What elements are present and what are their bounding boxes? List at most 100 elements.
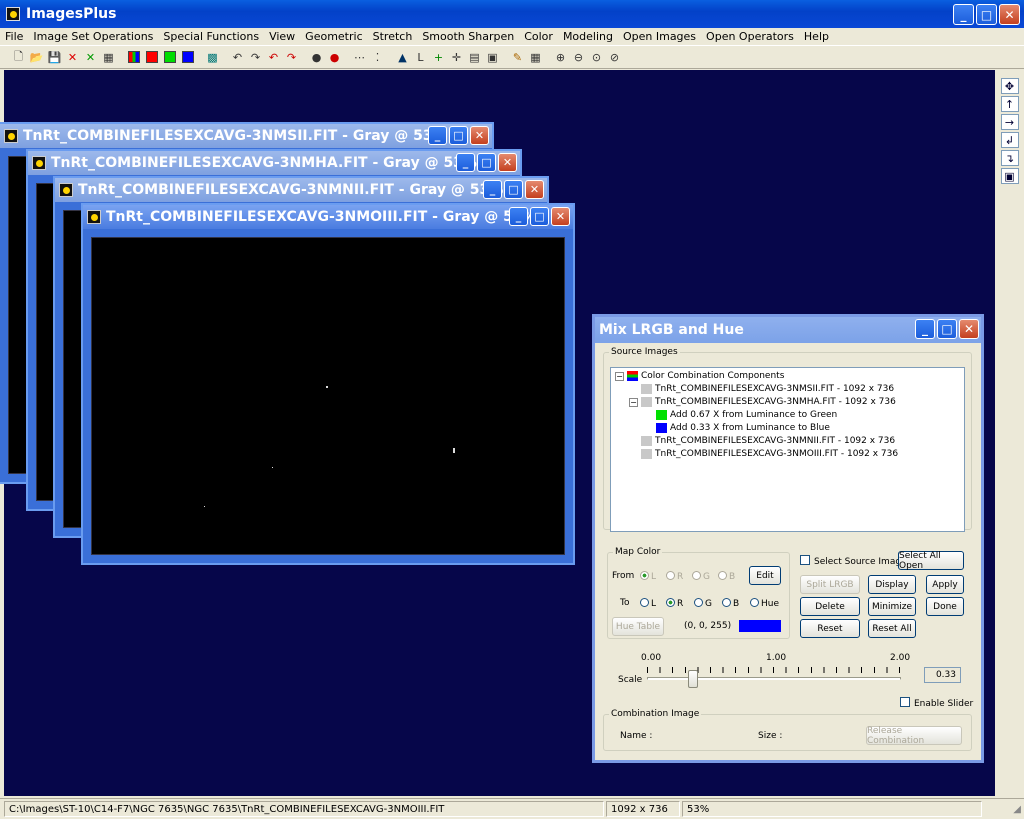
menu-help[interactable]: Help bbox=[799, 30, 834, 43]
to-radio-b[interactable]: B bbox=[722, 598, 739, 609]
color-swatch[interactable] bbox=[739, 620, 781, 632]
scale-value-field[interactable]: 0.33 bbox=[924, 667, 961, 683]
menu-stretch[interactable]: Stretch bbox=[368, 30, 418, 43]
maximize-button[interactable]: □ bbox=[937, 319, 957, 339]
plus-green-icon[interactable]: + bbox=[430, 48, 447, 66]
maximize-button[interactable]: □ bbox=[504, 180, 523, 199]
to-radio-l[interactable]: L bbox=[640, 598, 656, 609]
table-icon[interactable]: ▦ bbox=[527, 48, 544, 66]
mountain-icon[interactable]: ▲ bbox=[394, 48, 411, 66]
to-radio-r[interactable]: R bbox=[666, 598, 683, 609]
close-button[interactable]: ✕ bbox=[470, 126, 489, 145]
maximize-button[interactable]: □ bbox=[530, 207, 549, 226]
tree-item[interactable]: Add 0.33 X from Luminance to Blue bbox=[656, 423, 830, 433]
to-radio-hue[interactable]: Hue bbox=[750, 598, 779, 609]
scale-slider-track[interactable] bbox=[647, 677, 901, 680]
minimize-button[interactable]: _ bbox=[456, 153, 475, 172]
close-button[interactable]: ✕ bbox=[999, 4, 1020, 25]
menu-geometric[interactable]: Geometric bbox=[300, 30, 367, 43]
menu-open-images[interactable]: Open Images bbox=[618, 30, 701, 43]
menu-image-set-operations[interactable]: Image Set Operations bbox=[28, 30, 158, 43]
zoom-fit-icon[interactable]: ⊙ bbox=[588, 48, 605, 66]
tree-item[interactable]: TnRt_COMBINEFILESEXCAVG-3NMSII.FIT - 109… bbox=[641, 384, 894, 394]
enable-slider-checkbox[interactable]: Enable Slider bbox=[900, 697, 973, 709]
arrow-up-icon[interactable]: ↑ bbox=[1000, 96, 1019, 112]
reset-button[interactable]: Reset bbox=[800, 619, 860, 638]
points-icon[interactable]: ⁚ bbox=[369, 48, 386, 66]
close-button[interactable]: ✕ bbox=[959, 319, 979, 339]
apply-button[interactable]: Apply bbox=[926, 575, 964, 594]
display-button[interactable]: Display bbox=[868, 575, 916, 594]
tree-item[interactable]: Add 0.67 X from Luminance to Green bbox=[656, 410, 837, 420]
cross-green-icon[interactable]: ✕ bbox=[82, 48, 99, 66]
tree-item[interactable]: TnRt_COMBINEFILESEXCAVG-3NMNII.FIT - 109… bbox=[641, 436, 895, 446]
from-radio-b[interactable]: B bbox=[718, 571, 735, 582]
calc-icon[interactable]: ▤ bbox=[466, 48, 483, 66]
close-button[interactable]: ✕ bbox=[498, 153, 517, 172]
split-lrgb-button[interactable]: Split LRGB bbox=[800, 575, 860, 594]
image-window-oiii[interactable]: TnRt_COMBINEFILESEXCAVG-3NMOIII.FIT - Gr… bbox=[81, 203, 575, 565]
done-button[interactable]: Done bbox=[926, 597, 964, 616]
L-icon[interactable]: L bbox=[412, 48, 429, 66]
maximize-button[interactable]: □ bbox=[477, 153, 496, 172]
menu-smooth-sharpen[interactable]: Smooth Sharpen bbox=[417, 30, 519, 43]
menu-modeling[interactable]: Modeling bbox=[558, 30, 618, 43]
pencil-icon[interactable]: ✎ bbox=[509, 48, 526, 66]
tree-item[interactable]: − TnRt_COMBINEFILESEXCAVG-3NMHA.FIT - 109… bbox=[629, 397, 896, 407]
minimize-dialog-button[interactable]: Minimize bbox=[868, 597, 916, 616]
move-icon[interactable]: ✥ bbox=[1000, 78, 1019, 94]
redo-icon[interactable]: ↷ bbox=[247, 48, 264, 66]
to-radio-g[interactable]: G bbox=[694, 598, 712, 609]
select-all-open-button[interactable]: Select All Open bbox=[898, 551, 964, 571]
tree-root[interactable]: − Color Combination Components bbox=[615, 371, 784, 381]
arrow-right-icon[interactable]: → bbox=[1000, 114, 1019, 130]
dot-black-icon[interactable]: ● bbox=[308, 48, 325, 66]
menu-open-operators[interactable]: Open Operators bbox=[701, 30, 799, 43]
crosshair-icon[interactable]: ✛ bbox=[448, 48, 465, 66]
minimize-button[interactable]: _ bbox=[483, 180, 502, 199]
menu-color[interactable]: Color bbox=[519, 30, 558, 43]
rgb-bars-icon[interactable] bbox=[125, 48, 142, 66]
image-canvas[interactable] bbox=[91, 237, 565, 555]
collapse-icon[interactable]: − bbox=[629, 397, 638, 407]
close-button[interactable]: ✕ bbox=[525, 180, 544, 199]
minimize-button[interactable]: _ bbox=[915, 319, 935, 339]
dots-icon[interactable]: ⋯ bbox=[351, 48, 368, 66]
minimize-button[interactable]: _ bbox=[953, 4, 974, 25]
dot-red-icon[interactable]: ● bbox=[326, 48, 343, 66]
release-combination-button[interactable]: Release Combination bbox=[866, 726, 962, 746]
zoom-in-icon[interactable]: ⊕ bbox=[552, 48, 569, 66]
edit-button[interactable]: Edit bbox=[749, 566, 781, 585]
from-radio-l[interactable]: L bbox=[640, 571, 656, 582]
resize-grip-icon[interactable]: ◢ bbox=[1013, 804, 1021, 815]
source-tree[interactable]: − Color Combination Components TnRt_COMB… bbox=[610, 367, 965, 532]
zoom-reset-icon[interactable]: ⊘ bbox=[606, 48, 623, 66]
minimize-button[interactable]: _ bbox=[509, 207, 528, 226]
menu-special-functions[interactable]: Special Functions bbox=[158, 30, 264, 43]
image-icon[interactable]: ▣ bbox=[484, 48, 501, 66]
maximize-button[interactable]: □ bbox=[976, 4, 997, 25]
print-icon[interactable]: ▦ bbox=[100, 48, 117, 66]
reset-all-button[interactable]: Reset All bbox=[868, 619, 916, 638]
from-radio-r[interactable]: R bbox=[666, 571, 683, 582]
cross-red-icon[interactable]: ✕ bbox=[64, 48, 81, 66]
delete-button[interactable]: Delete bbox=[800, 597, 860, 616]
hue-table-button[interactable]: Hue Table bbox=[612, 617, 664, 636]
open-icon[interactable]: 📂 bbox=[28, 48, 45, 66]
undo-red-icon[interactable]: ↶ bbox=[265, 48, 282, 66]
menu-file[interactable]: File bbox=[0, 30, 28, 43]
undo-icon[interactable]: ↶ bbox=[229, 48, 246, 66]
zoom-out-icon[interactable]: ⊖ bbox=[570, 48, 587, 66]
new-icon[interactable]: 🗋 bbox=[10, 48, 27, 66]
green-square-icon[interactable] bbox=[161, 48, 178, 66]
redo-red-icon[interactable]: ↷ bbox=[283, 48, 300, 66]
rotate-left-icon[interactable]: ↲ bbox=[1000, 132, 1019, 148]
minimize-button[interactable]: _ bbox=[428, 126, 447, 145]
scale-slider-thumb[interactable] bbox=[688, 670, 698, 688]
maximize-button[interactable]: □ bbox=[449, 126, 468, 145]
rotate-down-icon[interactable]: ↴ bbox=[1000, 150, 1019, 166]
select-source-image-checkbox[interactable]: Select Source Image bbox=[800, 555, 907, 567]
menu-view[interactable]: View bbox=[264, 30, 300, 43]
frame-icon[interactable]: ▣ bbox=[1000, 168, 1019, 184]
close-button[interactable]: ✕ bbox=[551, 207, 570, 226]
